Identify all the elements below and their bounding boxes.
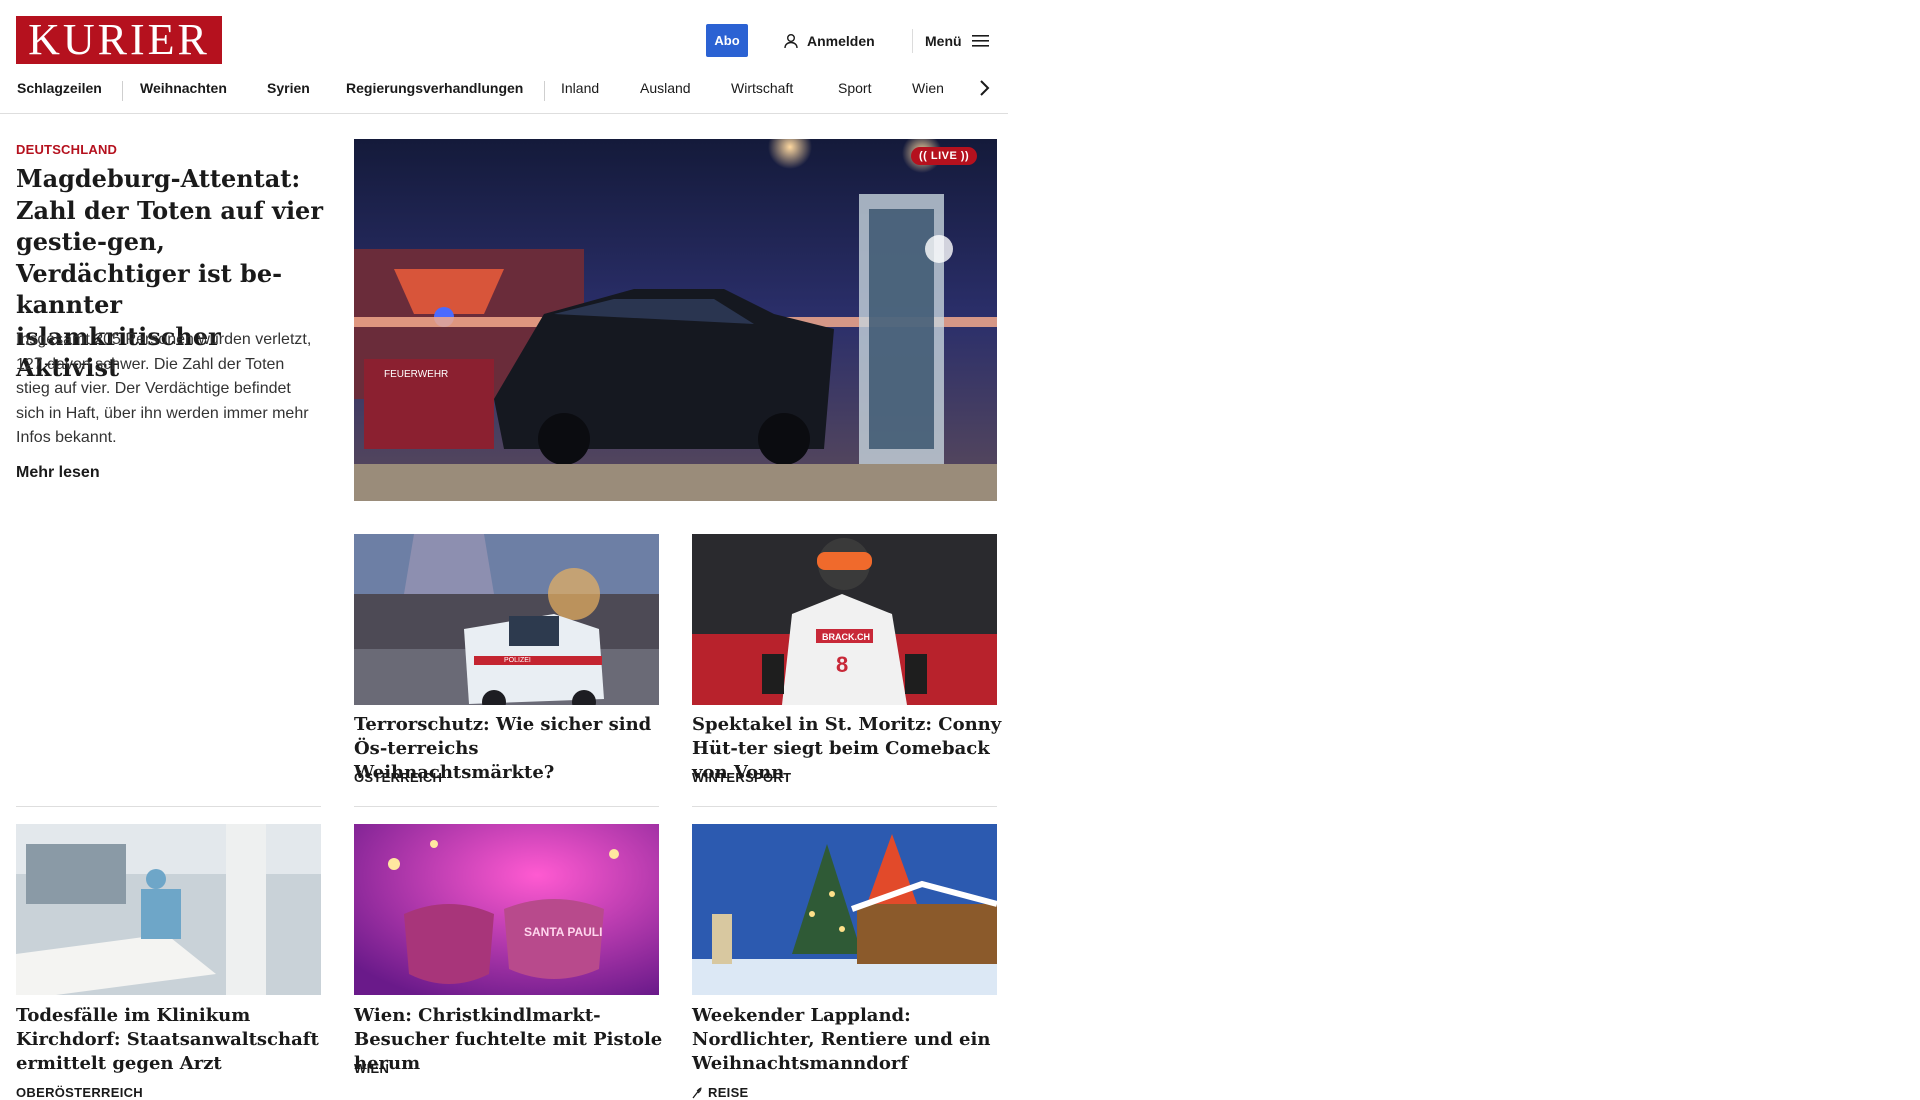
card-image[interactable]: POLIZEI [354, 534, 659, 705]
nav-item-ausland[interactable]: Ausland [640, 80, 691, 96]
nav-item-weihnachten[interactable]: Weihnachten [140, 80, 227, 96]
lead-image-text: FEUERWEHR [384, 369, 448, 380]
header-divider [912, 29, 913, 53]
lead-kicker[interactable]: DEUTSCHLAND [16, 142, 117, 157]
card-image[interactable] [692, 824, 997, 995]
user-icon [784, 34, 798, 49]
card-image[interactable]: BRACK.CH 8 [692, 534, 997, 705]
card-image-text: BRACK.CH [822, 632, 870, 642]
card-kicker-label: REISE [708, 1085, 749, 1100]
card-title[interactable]: Todesfälle im Klinikum Kirchdorf: Staats… [16, 1004, 326, 1076]
card-image-text: POLIZEI [504, 657, 531, 664]
menu-label: Menü [925, 33, 962, 49]
card-kicker[interactable]: REISE [692, 1085, 749, 1100]
nav-divider [122, 81, 123, 101]
nav-item-schlagzeilen[interactable]: Schlagzeilen [17, 80, 102, 96]
login-label: Anmelden [807, 33, 875, 49]
card-kicker[interactable]: ÖSTERREICH [354, 770, 442, 785]
nav-item-regierungsverhandlungen[interactable]: Regierungsverhandlungen [346, 80, 523, 96]
live-badge: (( LIVE )) [911, 147, 978, 165]
card-title[interactable]: Weekender Lappland: Nordlichter, Rentier… [692, 1004, 1002, 1076]
card-kicker[interactable]: OBERÖSTERREICH [16, 1085, 143, 1100]
nav-item-sport[interactable]: Sport [838, 80, 871, 96]
kurier-logo[interactable]: KURIER [16, 16, 222, 64]
read-more-link[interactable]: Mehr lesen [16, 464, 100, 482]
feather-icon [692, 1086, 702, 1098]
lead-image[interactable]: FEUERWEHR [354, 139, 997, 501]
row-divider [354, 806, 659, 807]
chevron-right-icon[interactable] [972, 76, 996, 100]
nav-item-wirtschaft[interactable]: Wirtschaft [731, 80, 793, 96]
card-image[interactable] [16, 824, 321, 995]
hamburger-icon [971, 35, 989, 47]
card-kicker[interactable]: WINTERSPORT [692, 770, 791, 785]
card-image-text: SANTA PAULI [524, 925, 602, 939]
nav-item-wien[interactable]: Wien [912, 80, 944, 96]
card-title[interactable]: Wien: Christkindlmarkt-Besucher fuchtelt… [354, 1004, 664, 1076]
nav-item-inland[interactable]: Inland [561, 80, 599, 96]
abo-button[interactable]: Abo [706, 24, 748, 57]
login-button[interactable]: Anmelden [783, 30, 875, 52]
section-nav: Schlagzeilen Weihnachten Syrien Regierun… [0, 70, 1008, 114]
nav-divider [544, 81, 545, 101]
lead-teaser: Insgesamt 205 Personen wurden verletzt, … [16, 331, 312, 446]
nav-item-syrien[interactable]: Syrien [267, 80, 310, 96]
menu-button[interactable]: Menü [925, 30, 990, 52]
card-image[interactable]: SANTA PAULI [354, 824, 659, 995]
card-kicker[interactable]: WIEN [354, 1061, 389, 1076]
row-divider [692, 806, 997, 807]
row-divider [16, 806, 321, 807]
bib-number: 8 [836, 652, 848, 677]
